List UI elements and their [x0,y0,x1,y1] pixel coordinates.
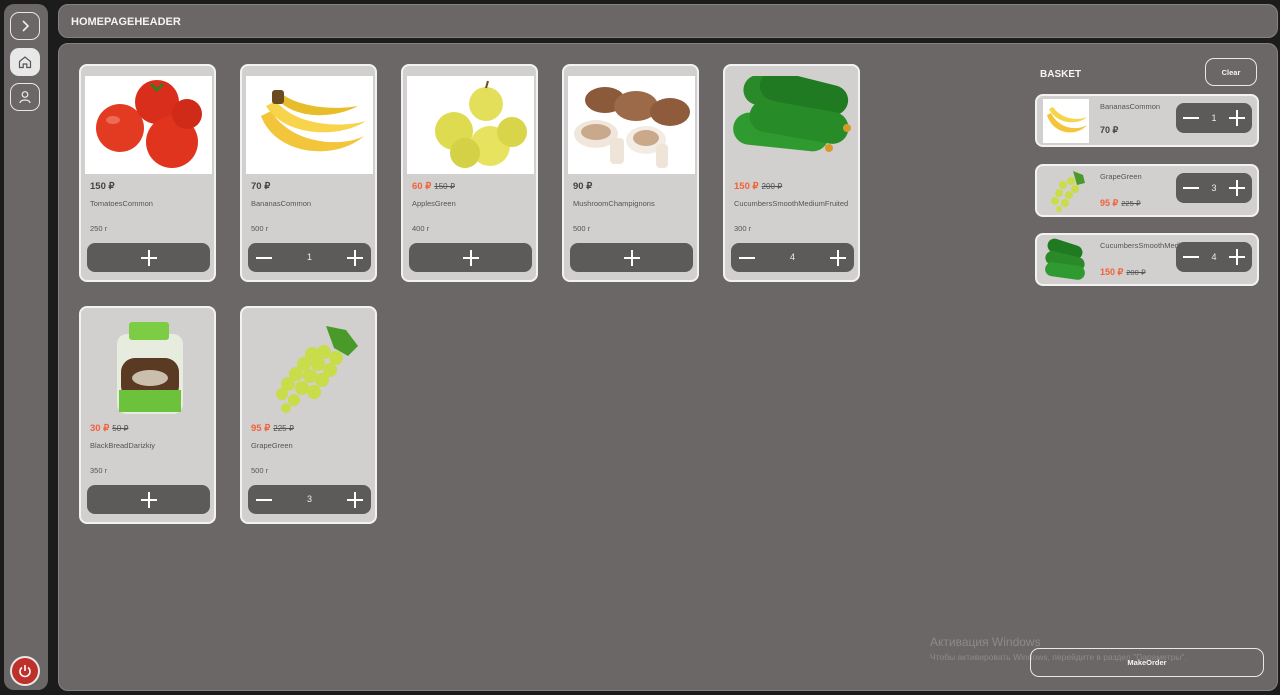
basket-item-image [1043,169,1089,213]
clear-basket-button[interactable]: Clear [1205,58,1257,86]
basket-item-price: 70 ₽ [1100,125,1119,135]
product-old-price: 225 ₽ [273,424,294,433]
basket-item-name: BananasCommon [1100,102,1161,111]
add-to-basket-button[interactable] [409,243,532,272]
plus-icon [623,249,640,266]
basket-item-name: CucumbersSmoothMediumFrui... [1100,241,1211,250]
product-weight: 300 г [734,224,752,233]
product-weight: 400 г [412,224,430,233]
basket-item-old-price: 200 ₽ [1126,268,1146,277]
product-price-row: 70 ₽ [251,181,270,192]
product-name: GrapeGreen [251,441,293,450]
basket-quantity-stepper: 3 [1176,173,1252,203]
product-price-row: 60 ₽150 ₽ [412,181,455,192]
increase-quantity-button[interactable] [346,249,364,267]
product-price: 150 ₽ [90,181,115,192]
product-image [729,76,856,174]
product-weight: 350 г [90,466,108,475]
product-image [568,76,695,174]
basket-item: BananasCommon 70 ₽ 1 [1035,94,1259,147]
quantity-stepper: 3 [248,485,371,514]
product-name: ApplesGreen [412,199,456,208]
basket-item-price: 95 ₽ [1100,198,1119,208]
page-header: HOMEPAGEHEADER [58,4,1278,38]
product-weight: 500 г [573,224,591,233]
product-card: 70 ₽ BananasCommon 500 г 1 [240,64,377,282]
power-button[interactable] [10,656,40,686]
product-card: 95 ₽225 ₽ GrapeGreen 500 г 3 [240,306,377,524]
basket-item-price-row: 150 ₽200 ₽ [1100,267,1146,278]
basket-item-image [1043,99,1089,143]
product-old-price: 150 ₽ [434,182,455,191]
plus-icon [140,491,157,508]
product-card: 90 ₽ MushroomChampignons 500 г [562,64,699,282]
product-price-row: 95 ₽225 ₽ [251,423,294,434]
product-weight: 250 г [90,224,108,233]
quantity-stepper: 1 [248,243,371,272]
product-weight: 500 г [251,466,269,475]
product-price: 30 ₽ [90,423,110,434]
basket-item: GrapeGreen 95 ₽225 ₽ 3 [1035,164,1259,217]
product-card: 60 ₽150 ₽ ApplesGreen 400 г [401,64,538,282]
product-price-row: 150 ₽ [90,181,115,192]
product-card: 30 ₽50 ₽ BlackBreadDarizkiy 350 г [79,306,216,524]
product-price: 90 ₽ [573,181,593,192]
product-card: 150 ₽ TomatoesCommon 250 г [79,64,216,282]
product-weight: 500 г [251,224,269,233]
increase-quantity-button[interactable] [1228,179,1246,197]
add-to-basket-button[interactable] [570,243,693,272]
product-name: MushroomChampignons [573,199,655,208]
product-price: 95 ₽ [251,423,271,434]
product-image [85,318,212,416]
product-name: BlackBreadDarizkiy [90,441,156,450]
product-image [246,76,373,174]
product-card: 150 ₽200 ₽ CucumbersSmoothMediumFruited … [723,64,860,282]
user-icon [19,91,31,104]
basket-title: BASKET [1040,69,1082,80]
increase-quantity-button[interactable] [829,249,847,267]
basket-item-price: 150 ₽ [1100,267,1124,277]
basket-item: CucumbersSmoothMediumFrui... 150 ₽200 ₽ … [1035,233,1259,286]
product-price: 70 ₽ [251,181,271,192]
product-image [85,76,212,174]
product-image [407,76,534,174]
basket-quantity-stepper: 4 [1176,242,1252,272]
page-title: HOMEPAGEHEADER [71,16,181,28]
expand-sidebar-button[interactable] [10,12,40,40]
product-price: 150 ₽ [734,181,759,192]
nav-profile-button[interactable] [10,83,40,111]
basket-quantity-stepper: 1 [1176,103,1252,133]
increase-quantity-button[interactable] [346,491,364,509]
product-image [246,318,373,416]
product-price: 60 ₽ [412,181,432,192]
quantity-stepper: 4 [731,243,854,272]
chevron-right-icon [22,20,30,32]
power-icon [19,665,31,678]
add-to-basket-button[interactable] [87,243,210,272]
basket-item-old-price: 225 ₽ [1121,199,1141,208]
basket-item-image [1043,238,1089,282]
plus-icon [140,249,157,266]
basket-item-price-row: 70 ₽ [1100,125,1118,136]
increase-quantity-button[interactable] [1228,248,1246,266]
product-price-row: 30 ₽50 ₽ [90,423,128,434]
basket-item-name: GrapeGreen [1100,172,1142,181]
product-old-price: 200 ₽ [761,182,783,191]
increase-quantity-button[interactable] [1228,109,1246,127]
basket-item-price-row: 95 ₽225 ₽ [1100,198,1141,209]
add-to-basket-button[interactable] [87,485,210,514]
product-name: TomatoesCommon [90,199,153,208]
product-price-row: 90 ₽ [573,181,592,192]
product-name: BananasCommon [251,199,312,208]
plus-icon [462,249,479,266]
main-panel: 150 ₽ TomatoesCommon 250 г 70 ₽ BananasC… [58,43,1278,691]
make-order-button[interactable]: MakeOrder [1030,648,1264,677]
nav-home-button[interactable] [10,48,40,76]
product-old-price: 50 ₽ [112,424,129,433]
sidebar [4,4,48,690]
product-name: CucumbersSmoothMediumFruited [734,199,849,208]
product-price-row: 150 ₽200 ₽ [734,181,782,192]
windows-activation-title: Активация Windows [930,635,1041,649]
home-icon [18,56,32,69]
